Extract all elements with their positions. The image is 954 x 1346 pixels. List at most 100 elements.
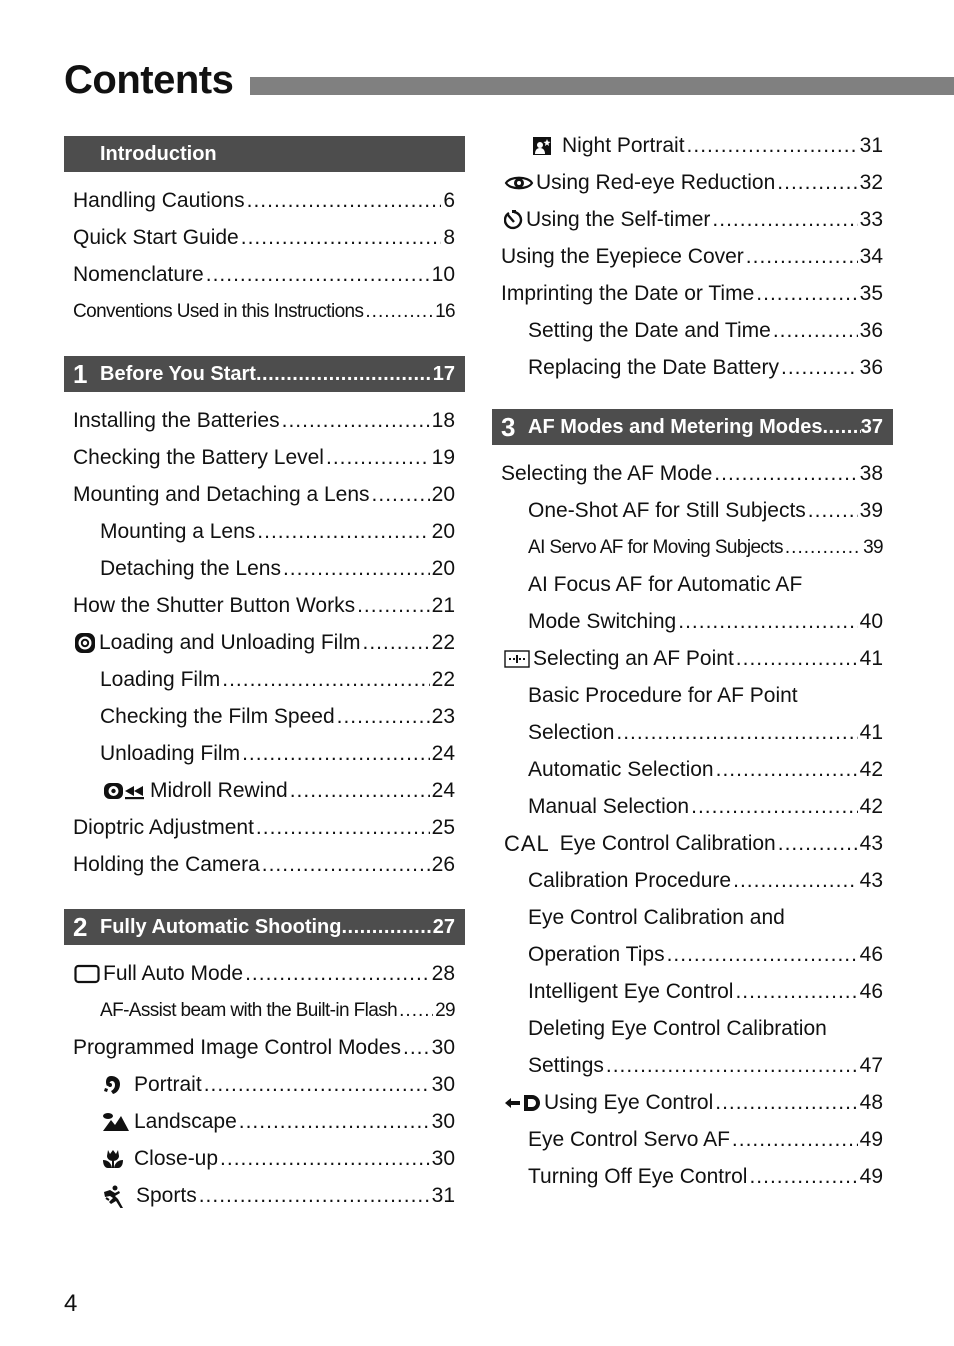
entry-title: Eye Control Calibration and [528,905,785,929]
entry-title: Dioptric Adjustment [73,815,254,839]
toc-entry[interactable]: Replacing the Date Battery 36 [492,349,893,386]
toc-entry[interactable]: Selection 41 [492,714,893,751]
entry-title: Replacing the Date Battery [528,355,779,379]
toc-entry[interactable]: Manual Selection 42 [492,788,893,825]
toc-entry[interactable]: Turning Off Eye Control 49 [492,1158,893,1195]
toc-entry[interactable]: Mounting and Detaching a Lens 20 [64,476,465,513]
toc-entry[interactable]: Unloading Film 24 [64,735,465,772]
toc-entry[interactable]: Holding the Camera 26 [64,846,465,883]
left-column: Introduction Handling Cautions 6 Quick St… [64,136,465,1214]
leader-dots [606,1054,858,1078]
entry-page: 48 [859,1090,883,1114]
toc-entry[interactable]: Setting the Date and Time 36 [492,312,893,349]
entry-title: Mode Switching [528,609,677,633]
entry-title: Turning Off Eye Control [528,1164,748,1188]
entry-title: Eye Control Calibration [559,831,776,855]
toc-entry[interactable]: Automatic Selection 42 [492,751,893,788]
toc-entry[interactable]: Nomenclature 10 [64,256,465,293]
entry-page: 16 [435,300,456,322]
entry-title: Selecting the AF Mode [501,461,713,485]
toc-entry[interactable]: Calibration Procedure 43 [492,862,893,899]
toc-entry[interactable]: Dioptric Adjustment 25 [64,809,465,846]
toc-entry[interactable]: AI Servo AF for Moving Subjects 39 [492,529,893,566]
toc-entry[interactable]: Intelligent Eye Control 46 [492,973,893,1010]
entry-title: Using the Self-timer [526,207,711,231]
entry-page: 31 [859,133,883,157]
midroll-rewind-icon [103,781,147,801]
entry-title: Automatic Selection [528,757,714,781]
toc-entry[interactable]: Mounting a Lens 20 [64,513,465,550]
entry-title: Holding the Camera [73,852,260,876]
toc-entry[interactable]: Using the Self-timer 33 [492,201,893,238]
toc-entry[interactable]: Programmed Image Control Modes 30 [64,1029,465,1066]
toc-entry[interactable]: One-Shot AF for Still Subjects 39 [492,492,893,529]
toc-entry[interactable]: Midroll Rewind 24 [64,772,465,809]
entry-page: 30 [431,1035,455,1059]
entry-title: One-Shot AF for Still Subjects [528,498,806,522]
entry-page: 38 [859,461,883,485]
toc-entry[interactable]: Handling Cautions 6 [64,182,465,219]
toc-entry[interactable]: Loading Film 22 [64,661,465,698]
toc-entry[interactable]: Checking the Film Speed 23 [64,698,465,735]
sports-icon [102,1184,126,1208]
toc-entry[interactable]: Imprinting the Date or Time 35 [492,275,893,312]
leader-dots [778,832,858,856]
toc-entry[interactable]: Installing the Batteries 18 [64,402,465,439]
section-header-chapter-1[interactable]: 1 Before You Start 17 [64,356,465,392]
leader-dots [282,409,430,433]
toc-entry[interactable]: Quick Start Guide 8 [64,219,465,256]
toc-entry[interactable]: Landscape 30 [64,1103,465,1140]
toc-entry[interactable]: Night Portrait 31 [492,127,893,164]
entry-page: 36 [859,318,883,342]
entry-title: Manual Selection [528,794,690,818]
af-point-icon [504,649,530,669]
leader-dots [687,134,858,158]
section-header-chapter-3[interactable]: 3 AF Modes and Metering Modes 37 [492,409,893,445]
entry-title: Portrait [134,1072,202,1096]
section-header-chapter-2[interactable]: 2 Fully Automatic Shooting 27 [64,909,465,945]
section-title: Introduction [100,142,217,165]
toc-entry[interactable]: Using Eye Control 48 [492,1084,893,1121]
toc-entry[interactable]: AF-Assist beam with the Built-in Flash 29 [64,992,465,1029]
toc-entry[interactable]: CAL Eye Control Calibration 43 [492,825,893,862]
toc-entry[interactable]: Sports 31 [64,1177,465,1214]
toc-entry[interactable]: Full Auto Mode 28 [64,955,465,992]
entry-page: 24 [431,778,455,802]
leader-dots [290,779,430,803]
entry-title: Deleting Eye Control Calibration [528,1016,827,1040]
leader-dots [341,916,432,939]
entry-page: 25 [431,815,455,839]
toc-entry[interactable]: Settings 47 [492,1047,893,1084]
portrait-icon [102,1074,124,1096]
calibration-icon: CAL [504,830,550,856]
entry-title: Conventions Used in this Instructions [73,300,364,322]
entry-page: 40 [859,609,883,633]
toc-entry[interactable]: Detaching the Lens 20 [64,550,465,587]
toc-entry[interactable]: Operation Tips 46 [492,936,893,973]
toc-entry[interactable]: Checking the Battery Level 19 [64,439,465,476]
toc-entry[interactable]: Deleting Eye Control Calibration [492,1010,893,1047]
toc-entry[interactable]: Close-up 30 [64,1140,465,1177]
entry-title: Sports [136,1183,197,1207]
toc-entry[interactable]: Portrait 30 [64,1066,465,1103]
toc-entry[interactable]: Using the Eyepiece Cover 34 [492,238,893,275]
leader-dots [678,610,857,634]
toc-entry[interactable]: AI Focus AF for Automatic AF [492,566,893,603]
toc-entry[interactable]: Selecting the AF Mode 38 [492,455,893,492]
toc-entry[interactable]: Selecting an AF Point 41 [492,640,893,677]
entry-page: 8 [443,225,455,249]
leader-dots [357,594,430,618]
toc-entry[interactable]: Using Red-eye Reduction 32 [492,164,893,201]
toc-entry[interactable]: Basic Procedure for AF Point [492,677,893,714]
leader-dots [222,668,429,692]
toc-entry[interactable]: Mode Switching 40 [492,603,893,640]
toc-entry[interactable]: Eye Control Servo AF 49 [492,1121,893,1158]
toc-entry[interactable]: Conventions Used in this Instructions 16 [64,293,465,330]
entry-page: 19 [431,445,455,469]
toc-entry[interactable]: How the Shutter Button Works 21 [64,587,465,624]
entry-page: 47 [859,1053,883,1077]
chapter-3-entries: Selecting the AF Mode 38 One-Shot AF for … [492,445,893,1195]
leader-dots [363,631,430,655]
toc-entry[interactable]: Eye Control Calibration and [492,899,893,936]
toc-entry[interactable]: Loading and Unloading Film 22 [64,624,465,661]
